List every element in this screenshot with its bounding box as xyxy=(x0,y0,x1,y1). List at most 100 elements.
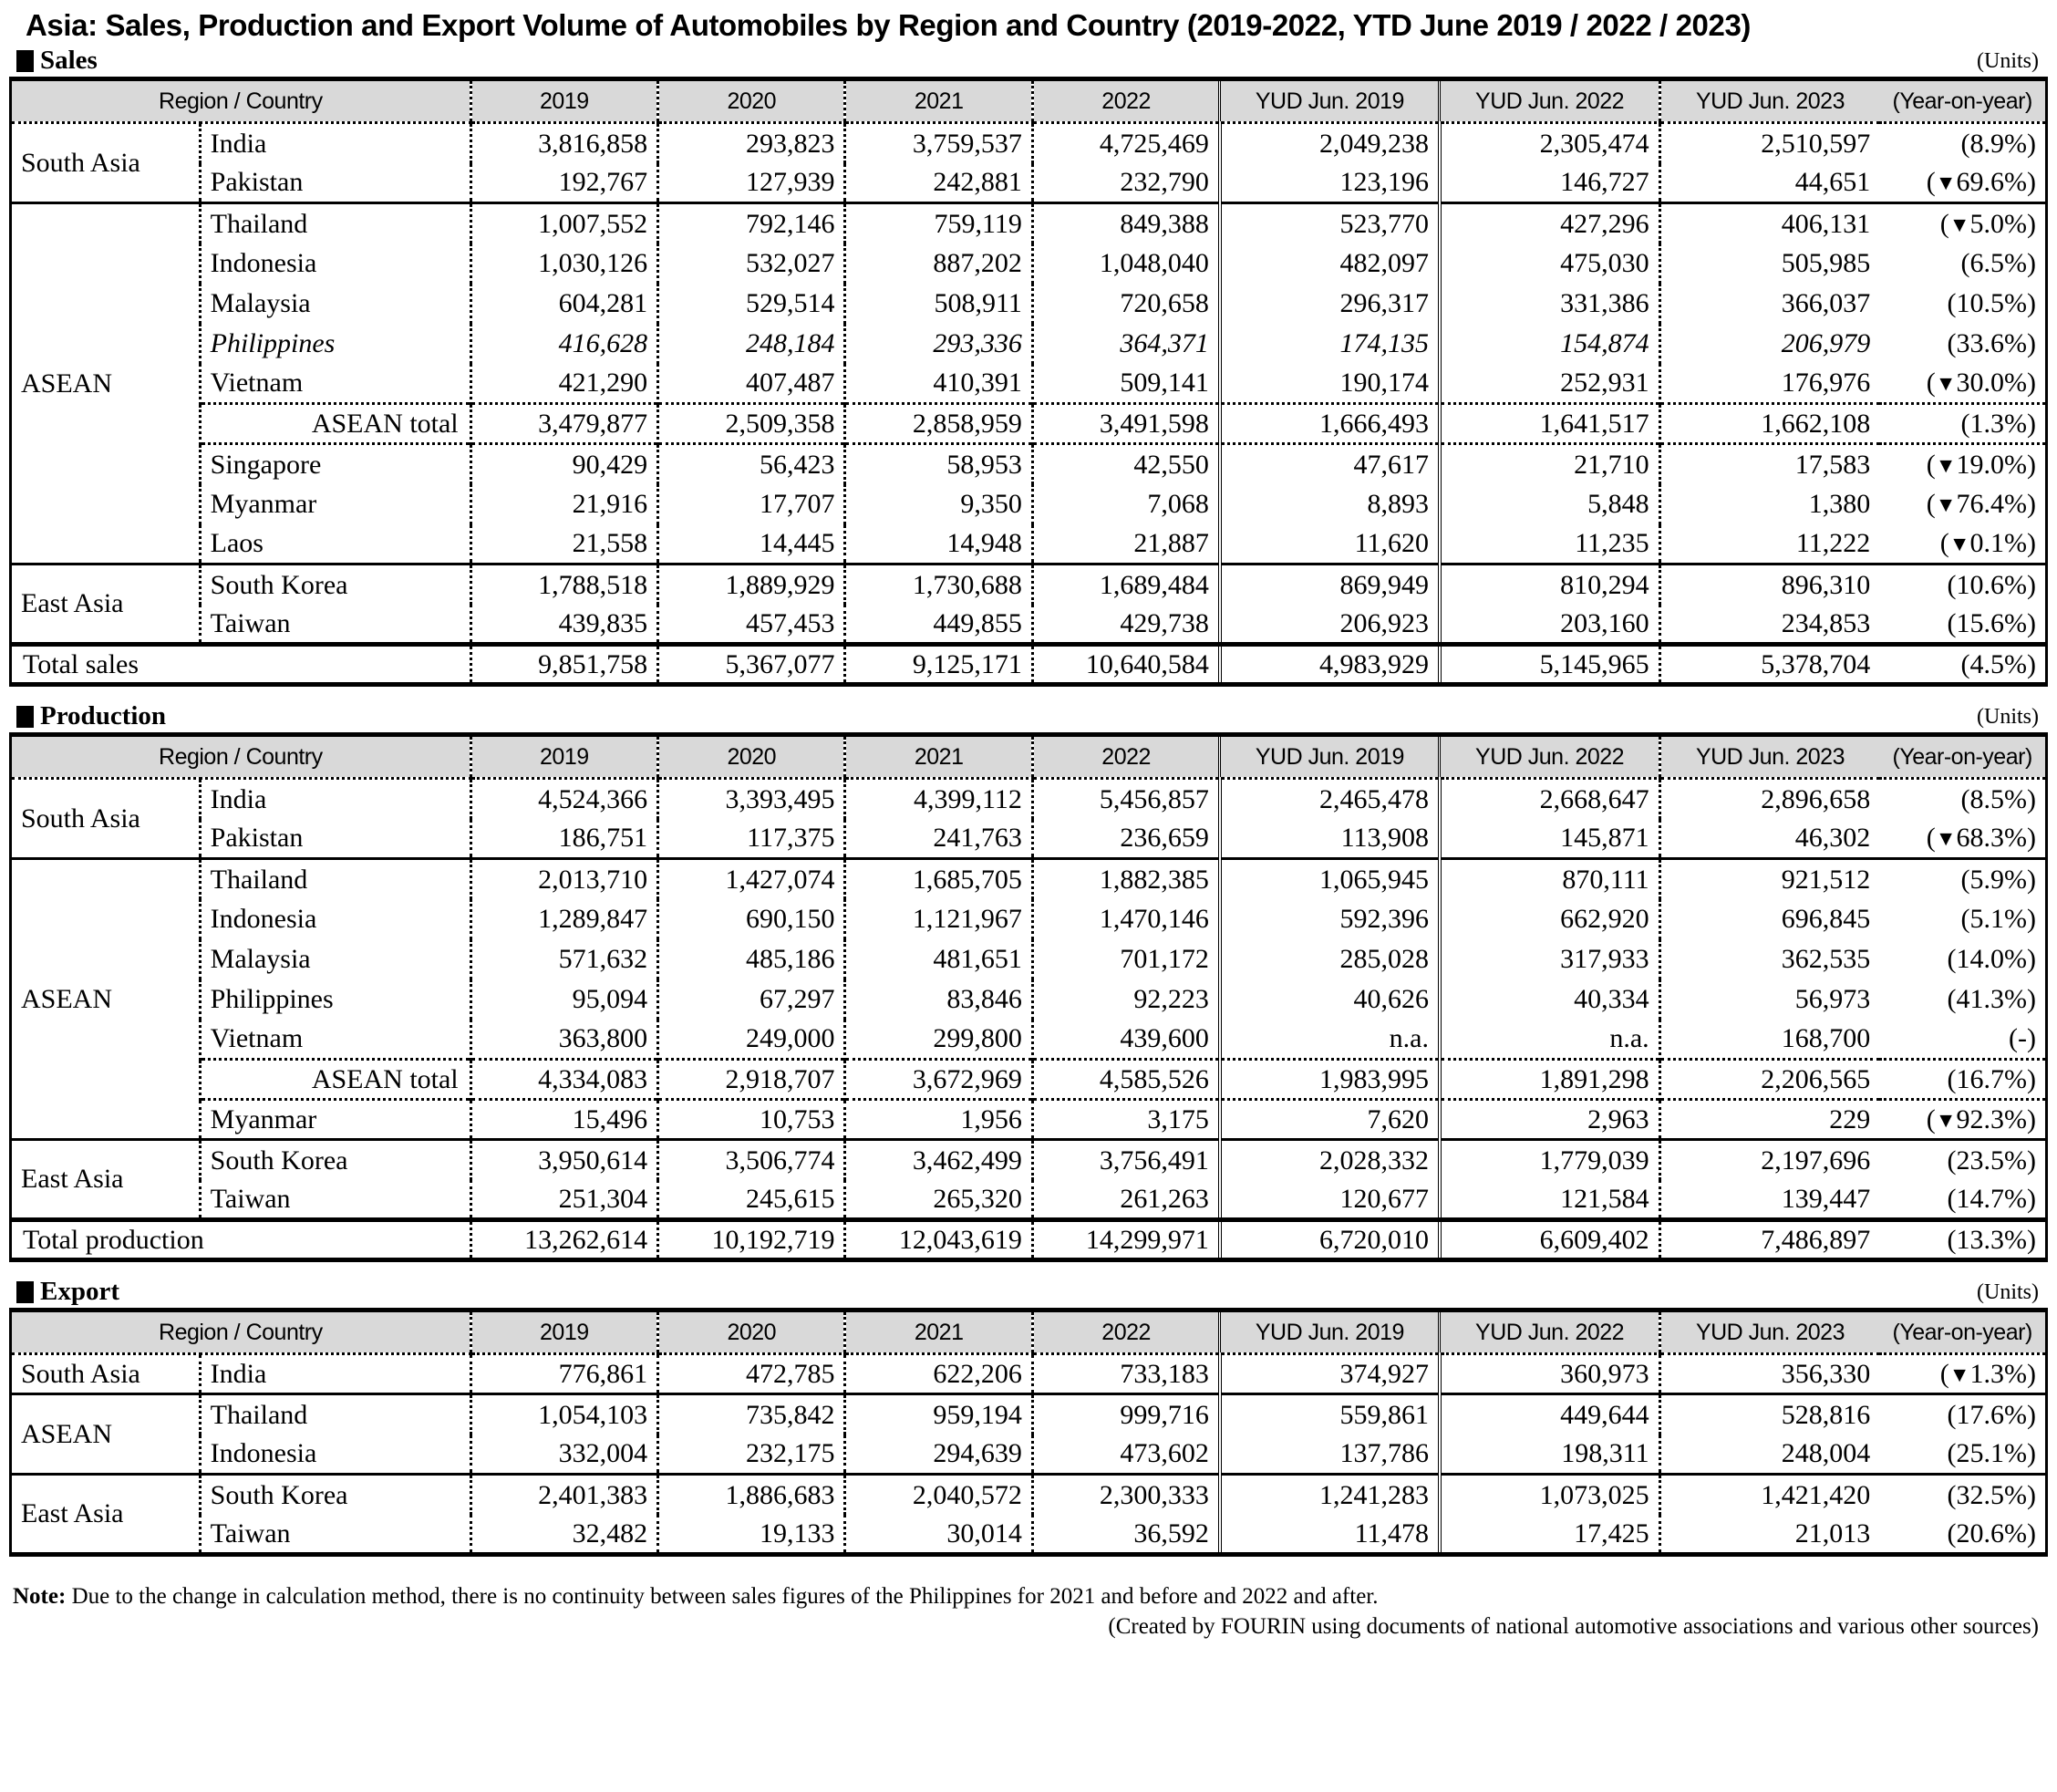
value-cell: 10,753 xyxy=(656,1098,845,1140)
col-header-yud-jun-2019: YUD Jun. 2019 xyxy=(1218,734,1440,781)
yoy-cell: (6.5%) xyxy=(1960,247,2036,278)
value-cell: 364,371 xyxy=(1030,323,1220,364)
table-row: ASEAN total 3,479,877 2,509,358 2,858,959 3,… xyxy=(11,402,2047,444)
value-cell: 95,094 xyxy=(469,979,658,1020)
value-cell: 2,300,333 xyxy=(1030,1473,1220,1515)
value-cell: 21,558 xyxy=(469,523,658,565)
region-cell: South Asia xyxy=(21,1358,140,1389)
value-cell: 1,662,108 xyxy=(1658,402,1880,444)
value-cell: 449,855 xyxy=(843,604,1033,645)
value-cell: 21,710 xyxy=(1437,442,1660,484)
value-cell: 2,465,478 xyxy=(1217,778,1440,819)
col-header-yud-jun-2019: YUD Jun. 2019 xyxy=(1218,78,1440,125)
value-cell: 776,861 xyxy=(469,1353,658,1394)
value-cell: 15,496 xyxy=(469,1098,658,1140)
yoy-cell: (17.6%) xyxy=(1879,1393,2047,1435)
value-cell: 1,121,967 xyxy=(843,898,1033,939)
region-cell: ASEAN xyxy=(10,1393,201,1475)
col-header-yud-jun-2022: YUD Jun. 2022 xyxy=(1438,734,1660,781)
value-cell: 44,651 xyxy=(1658,162,1880,203)
value-cell: 2,963 xyxy=(1437,1098,1660,1140)
value-cell: 17,583 xyxy=(1658,442,1880,484)
table-row: Myanmar 21,916 17,707 9,350 7,068 8,893 5,848 1… xyxy=(11,483,2047,524)
country-cell: Thailand xyxy=(198,1393,471,1435)
value-cell: 2,401,383 xyxy=(469,1473,658,1515)
value-cell: 11,222 xyxy=(1658,523,1880,565)
country-cell: Indonesia xyxy=(198,1434,471,1475)
page-title: Asia: Sales, Production and Export Volum… xyxy=(26,8,1751,42)
col-header-2021: 2021 xyxy=(843,1310,1033,1356)
yoy-cell: (5.9%) xyxy=(1879,857,2047,899)
yoy-cell: (23.5%) xyxy=(1879,1138,2047,1180)
subtotal-label-cell: ASEAN total xyxy=(198,402,471,444)
total-label-cell: Total production xyxy=(10,1217,471,1260)
country-cell: South Korea xyxy=(198,1473,471,1515)
region-cell: East Asia xyxy=(10,1473,201,1555)
table-row: Philippines 416,628 248,184 293,336 364,371 1… xyxy=(11,323,2047,364)
yoy-cell: (▼5.0%) xyxy=(1879,202,2047,243)
value-cell: 508,911 xyxy=(843,283,1033,324)
value-cell: 117,375 xyxy=(656,818,845,859)
value-cell: 1,421,420 xyxy=(1658,1473,1880,1515)
country-cell: Myanmar xyxy=(198,483,471,524)
value-cell: 1,779,039 xyxy=(1437,1138,1660,1180)
value-cell: 4,334,083 xyxy=(469,1058,658,1100)
value-cell: 3,506,774 xyxy=(656,1138,845,1180)
value-cell: 36,592 xyxy=(1030,1514,1220,1555)
country-cell: India xyxy=(198,778,471,819)
col-header-yud-jun-2022: YUD Jun. 2022 xyxy=(1438,78,1660,125)
value-cell: 265,320 xyxy=(843,1179,1033,1220)
yoy-cell: (41.3%) xyxy=(1947,983,2036,1014)
value-cell: 56,423 xyxy=(656,442,845,484)
value-cell: 3,672,969 xyxy=(843,1058,1033,1100)
table-row: Pakistan 186,751 117,375 241,763 236,659 113,… xyxy=(11,818,2047,859)
value-cell: 870,111 xyxy=(1437,857,1660,899)
value-cell: 374,927 xyxy=(1217,1353,1440,1394)
value-cell: 17,707 xyxy=(656,483,845,524)
value-cell: 810,294 xyxy=(1437,563,1660,605)
value-cell: 14,948 xyxy=(843,523,1033,565)
col-header-year-on-year: (Year-on-year) xyxy=(1879,78,2047,125)
col-header-2022: 2022 xyxy=(1030,1310,1220,1356)
value-cell: 285,028 xyxy=(1217,938,1440,979)
value-cell: 113,908 xyxy=(1217,818,1440,859)
value-cell: 1,788,518 xyxy=(469,563,658,605)
value-cell: 4,399,112 xyxy=(843,778,1033,819)
table-row: Malaysia 571,632 485,186 481,651 701,172 285,… xyxy=(11,938,2047,979)
yoy-cell: (8.5%) xyxy=(1960,783,2036,814)
table-row: ASEAN total 4,334,083 2,918,707 3,672,969 4,… xyxy=(11,1058,2047,1100)
value-cell: 523,770 xyxy=(1217,202,1440,243)
value-cell: 1,891,298 xyxy=(1437,1058,1660,1100)
value-cell: 532,027 xyxy=(656,243,845,284)
value-cell: 509,141 xyxy=(1030,363,1220,404)
table-row: Vietnam 363,800 249,000 299,800 439,600 n.a. n… xyxy=(11,1019,2047,1060)
col-header-2020: 2020 xyxy=(656,1310,845,1356)
value-cell: 1,956 xyxy=(843,1098,1033,1140)
value-cell: 21,013 xyxy=(1658,1514,1880,1555)
yoy-cell: (▼76.4%) xyxy=(1926,488,2036,519)
value-cell: 3,756,491 xyxy=(1030,1138,1220,1180)
total-row: Total sales 9,851,758 5,367,077 9,125,171 10… xyxy=(10,642,2047,685)
value-cell: 1,048,040 xyxy=(1030,243,1220,284)
col-header-2019: 2019 xyxy=(469,734,658,781)
value-cell: 67,297 xyxy=(656,979,845,1020)
value-cell: 8,893 xyxy=(1217,483,1440,524)
value-cell: 427,296 xyxy=(1437,202,1660,243)
value-cell: 2,206,565 xyxy=(1658,1058,1880,1100)
value-cell: 261,263 xyxy=(1030,1179,1220,1220)
value-cell: 139,447 xyxy=(1658,1179,1880,1220)
yoy-cell: (15.6%) xyxy=(1947,607,2036,638)
value-cell: 317,933 xyxy=(1437,938,1660,979)
value-cell: 9,350 xyxy=(843,483,1033,524)
value-cell: 123,196 xyxy=(1217,162,1440,203)
value-cell: 40,626 xyxy=(1217,979,1440,1020)
country-cell: South Korea xyxy=(198,1138,471,1180)
yoy-cell: (25.1%) xyxy=(1947,1438,2036,1469)
value-cell: 190,174 xyxy=(1217,363,1440,404)
country-cell: Malaysia xyxy=(198,938,471,979)
value-cell: 485,186 xyxy=(656,938,845,979)
region-cell: ASEAN xyxy=(10,857,201,1140)
table-production: Region / Country 2019 2020 2021 2022 YUD Jun.… xyxy=(9,732,2048,1263)
value-cell: 168,700 xyxy=(1658,1019,1880,1060)
